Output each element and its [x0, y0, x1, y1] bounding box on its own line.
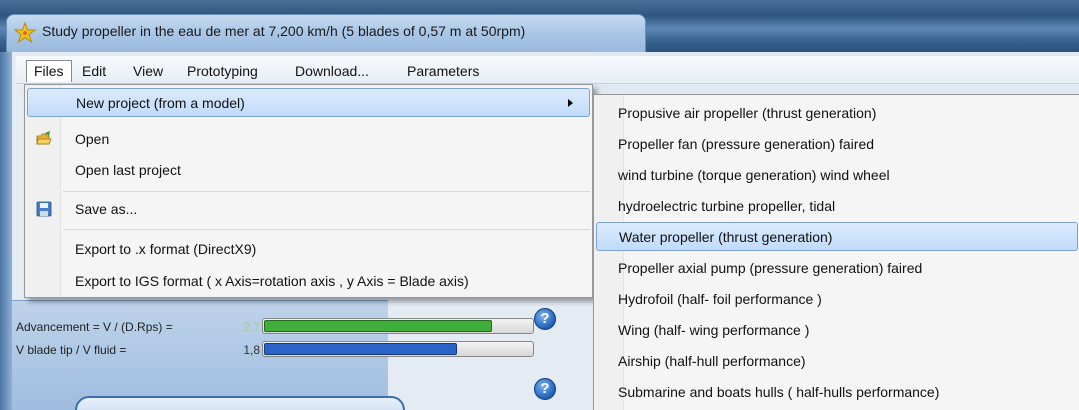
- submenu-item-axial-pump[interactable]: Propeller axial pump (pressure generatio…: [596, 254, 1078, 283]
- menu-item-new-project[interactable]: New project (from a model): [27, 88, 590, 117]
- menu-bar: [16, 56, 1079, 84]
- menu-parameters[interactable]: Parameters: [400, 60, 486, 82]
- submenu-item-wind-turbine[interactable]: wind turbine (torque generation) wind wh…: [596, 161, 1078, 190]
- menu-files[interactable]: Files: [26, 60, 72, 82]
- submenu-arrow-icon: [568, 99, 573, 107]
- submenu-item-label: Wing (half- wing performance ): [618, 322, 810, 338]
- submenu-item-hydrofoil[interactable]: Hydrofoil (half- foil performance ): [596, 285, 1078, 314]
- gauge-blade-tip: [262, 341, 534, 357]
- submenu-item-label: Hydrofoil (half- foil performance ): [618, 291, 822, 307]
- help-icon-advancement[interactable]: ?: [534, 308, 556, 330]
- gauge-advancement: [262, 318, 534, 334]
- menu-prototyping[interactable]: Prototyping: [180, 60, 265, 82]
- window-title: Study propeller in the eau de mer at 7,2…: [42, 23, 526, 39]
- menu-item-label: Export to .x format (DirectX9): [75, 241, 257, 257]
- menu-item-export-x[interactable]: Export to .x format (DirectX9): [27, 235, 590, 264]
- menu-item-label: New project (from a model): [76, 95, 245, 111]
- distribution-button[interactable]: [75, 396, 405, 410]
- submenu-item-airship[interactable]: Airship (half-hull performance): [596, 347, 1078, 376]
- submenu-item-label: Airship (half-hull performance): [618, 353, 806, 369]
- menu-item-open[interactable]: Open: [27, 125, 590, 154]
- submenu-item-water-propeller[interactable]: Water propeller (thrust generation): [596, 222, 1078, 251]
- gauge-blade-tip-fill: [264, 343, 457, 355]
- gauge-advancement-fill: [264, 320, 492, 332]
- menu-separator: [63, 191, 590, 192]
- app-star-icon: [14, 22, 36, 44]
- gauge-label-advancement: Advancement = V / (D.Rps) =: [16, 320, 173, 334]
- submenu-item-submarine-hulls[interactable]: Submarine and boats hulls ( half-hulls p…: [596, 378, 1078, 407]
- files-dropdown-menu: New project (from a model) Open Open las…: [24, 84, 593, 298]
- menu-edit[interactable]: Edit: [75, 60, 113, 82]
- help-icon-distribution[interactable]: ?: [534, 378, 556, 400]
- menu-item-label: Open last project: [75, 162, 181, 178]
- menu-download[interactable]: Download...: [288, 60, 376, 82]
- gauge-value-blade-tip: 1,8: [243, 343, 260, 357]
- menu-item-label: Save as...: [75, 201, 138, 217]
- gauge-value-advancement: 2,7: [243, 320, 260, 334]
- submenu-item-label: Propusive air propeller (thrust generati…: [618, 105, 877, 121]
- menu-separator: [63, 229, 590, 230]
- submenu-item-air-propeller[interactable]: Propusive air propeller (thrust generati…: [596, 99, 1078, 128]
- floppy-disk-icon: [36, 201, 52, 217]
- new-project-submenu: Propusive air propeller (thrust generati…: [593, 94, 1079, 410]
- submenu-item-label: Water propeller (thrust generation): [619, 229, 833, 245]
- submenu-item-label: hydroelectric turbine propeller, tidal: [618, 198, 836, 214]
- menu-item-label: Open: [75, 131, 110, 147]
- submenu-item-propeller-fan[interactable]: Propeller fan (pressure generation) fair…: [596, 130, 1078, 159]
- submenu-item-label: Propeller axial pump (pressure generatio…: [618, 260, 923, 276]
- menu-view[interactable]: View: [126, 60, 170, 82]
- gauge-label-blade-tip: V blade tip / V fluid =: [16, 343, 127, 357]
- open-folder-icon: [36, 131, 52, 145]
- menu-item-label: Export to IGS format ( x Axis=rotation a…: [75, 273, 469, 289]
- submenu-item-hydroelectric[interactable]: hydroelectric turbine propeller, tidal: [596, 192, 1078, 221]
- menu-item-export-igs[interactable]: Export to IGS format ( x Axis=rotation a…: [27, 267, 590, 296]
- submenu-item-wing[interactable]: Wing (half- wing performance ): [596, 316, 1078, 345]
- submenu-item-label: Submarine and boats hulls ( half-hulls p…: [618, 384, 940, 400]
- menu-item-save-as[interactable]: Save as...: [27, 195, 590, 224]
- submenu-item-label: wind turbine (torque generation) wind wh…: [618, 167, 890, 183]
- menu-item-open-last[interactable]: Open last project: [27, 156, 590, 185]
- submenu-item-label: Propeller fan (pressure generation) fair…: [618, 136, 875, 152]
- window-frame: [0, 52, 12, 410]
